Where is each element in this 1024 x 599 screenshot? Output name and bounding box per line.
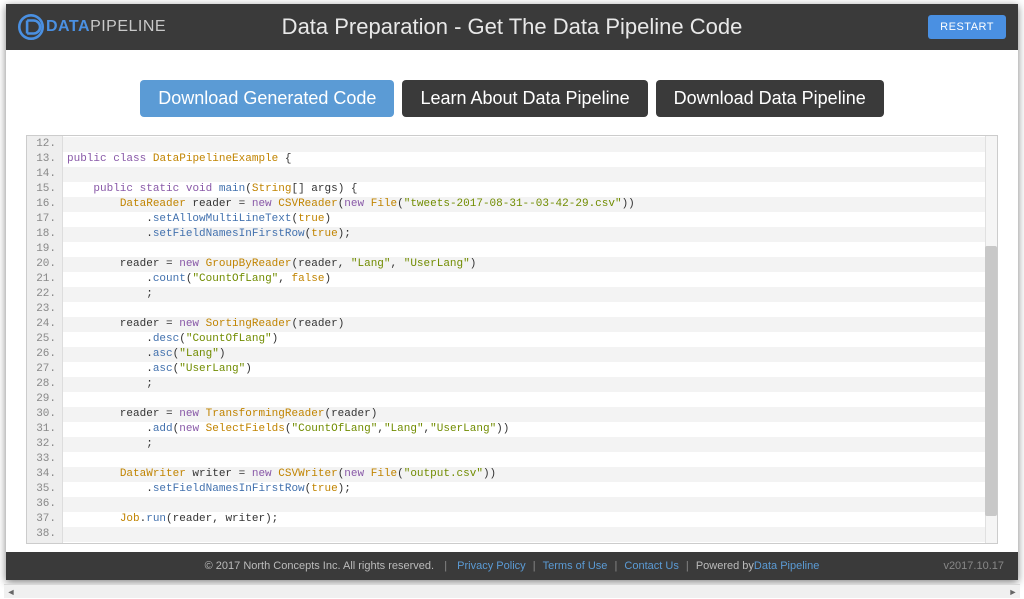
outer-horizontal-scrollbar[interactable]: ◄ ► [4,584,1020,598]
footer-bar: © 2017 North Concepts Inc. All rights re… [6,552,1018,580]
line-number: 12. [27,137,62,152]
code-line[interactable]: public static void main(String[] args) { [63,182,997,197]
vertical-scrollbar-thumb[interactable] [985,246,997,516]
line-number: 13. [27,152,62,167]
vertical-scrollbar-track[interactable] [985,136,997,543]
line-number: 24. [27,317,62,332]
code-line[interactable]: .asc("Lang") [63,347,997,362]
line-number: 29. [27,392,62,407]
line-number: 35. [27,482,62,497]
code-line[interactable]: .desc("CountOfLang") [63,332,997,347]
line-number: 16. [27,197,62,212]
code-editor[interactable]: 12.13.14.15.16.17.18.19.20.21.22.23.24.2… [26,135,998,544]
code-line[interactable]: DataWriter writer = new CSVWriter(new Fi… [63,467,997,482]
code-line[interactable] [63,452,997,467]
scroll-right-arrow-icon[interactable]: ► [1006,585,1020,599]
version-label: v2017.10.17 [943,560,1004,572]
privacy-policy-link[interactable]: Privacy Policy [457,560,525,572]
page-title: Data Preparation - Get The Data Pipeline… [282,14,743,40]
powered-by-label: Powered by [696,560,754,572]
restart-button[interactable]: RESTART [928,15,1006,39]
footer-separator: | [611,560,620,572]
code-line[interactable] [63,137,997,152]
line-number: 34. [27,467,62,482]
code-line[interactable]: ; [63,437,997,452]
footer-separator: | [530,560,539,572]
code-line[interactable]: reader = new GroupByReader(reader, "Lang… [63,257,997,272]
logo[interactable]: DATAPIPELINE [18,14,166,40]
outer-scrollbar-track[interactable] [18,585,1006,598]
scroll-left-arrow-icon[interactable]: ◄ [4,585,18,599]
line-number: 22. [27,287,62,302]
line-number: 38. [27,527,62,542]
code-line[interactable]: .add(new SelectFields("CountOfLang","Lan… [63,422,997,437]
line-number: 28. [27,377,62,392]
line-number: 32. [27,437,62,452]
code-line[interactable]: public class DataPipelineExample { [63,152,997,167]
code-line[interactable]: DataReader reader = new CSVReader(new Fi… [63,197,997,212]
line-number: 19. [27,242,62,257]
code-line[interactable]: Job.run(reader, writer); [63,512,997,527]
download-data-pipeline-button[interactable]: Download Data Pipeline [656,80,884,117]
line-number: 15. [27,182,62,197]
line-number: 17. [27,212,62,227]
line-number: 30. [27,407,62,422]
code-line[interactable]: .setAllowMultiLineText(true) [63,212,997,227]
code-line[interactable] [63,302,997,317]
code-line[interactable] [63,167,997,182]
header-bar: DATAPIPELINE Data Preparation - Get The … [6,4,1018,50]
line-number: 23. [27,302,62,317]
powered-by-link[interactable]: Data Pipeline [754,560,819,572]
footer-separator: | [683,560,692,572]
code-line[interactable]: .setFieldNamesInFirstRow(true); [63,227,997,242]
download-generated-code-button[interactable]: Download Generated Code [140,80,394,117]
code-line[interactable] [63,527,997,542]
line-number: 14. [27,167,62,182]
code-line[interactable]: } [63,542,997,543]
line-number: 36. [27,497,62,512]
terms-of-use-link[interactable]: Terms of Use [543,560,608,572]
line-number: 37. [27,512,62,527]
code-content[interactable]: public class DataPipelineExample { publi… [63,136,997,543]
code-line[interactable] [63,497,997,512]
line-number: 21. [27,272,62,287]
line-number: 27. [27,362,62,377]
code-line[interactable]: reader = new SortingReader(reader) [63,317,997,332]
action-button-row: Download Generated Code Learn About Data… [6,50,1018,135]
line-number: 33. [27,452,62,467]
line-number: 25. [27,332,62,347]
learn-about-data-pipeline-button[interactable]: Learn About Data Pipeline [402,80,647,117]
code-line[interactable]: .asc("UserLang") [63,362,997,377]
line-number: 18. [27,227,62,242]
line-number: 31. [27,422,62,437]
contact-us-link[interactable]: Contact Us [624,560,678,572]
line-number-gutter: 12.13.14.15.16.17.18.19.20.21.22.23.24.2… [27,136,63,543]
footer-copyright: © 2017 North Concepts Inc. All rights re… [205,560,434,572]
code-line[interactable]: .setFieldNamesInFirstRow(true); [63,482,997,497]
logo-text: DATAPIPELINE [46,18,166,36]
code-line[interactable]: reader = new TransformingReader(reader) [63,407,997,422]
footer-separator: | [438,560,453,572]
line-number: 39. [27,542,62,544]
code-line[interactable]: ; [63,287,997,302]
line-number: 20. [27,257,62,272]
logo-icon [18,14,44,40]
code-line[interactable] [63,242,997,257]
code-line[interactable]: .count("CountOfLang", false) [63,272,997,287]
code-line[interactable]: ; [63,377,997,392]
code-line[interactable] [63,392,997,407]
line-number: 26. [27,347,62,362]
